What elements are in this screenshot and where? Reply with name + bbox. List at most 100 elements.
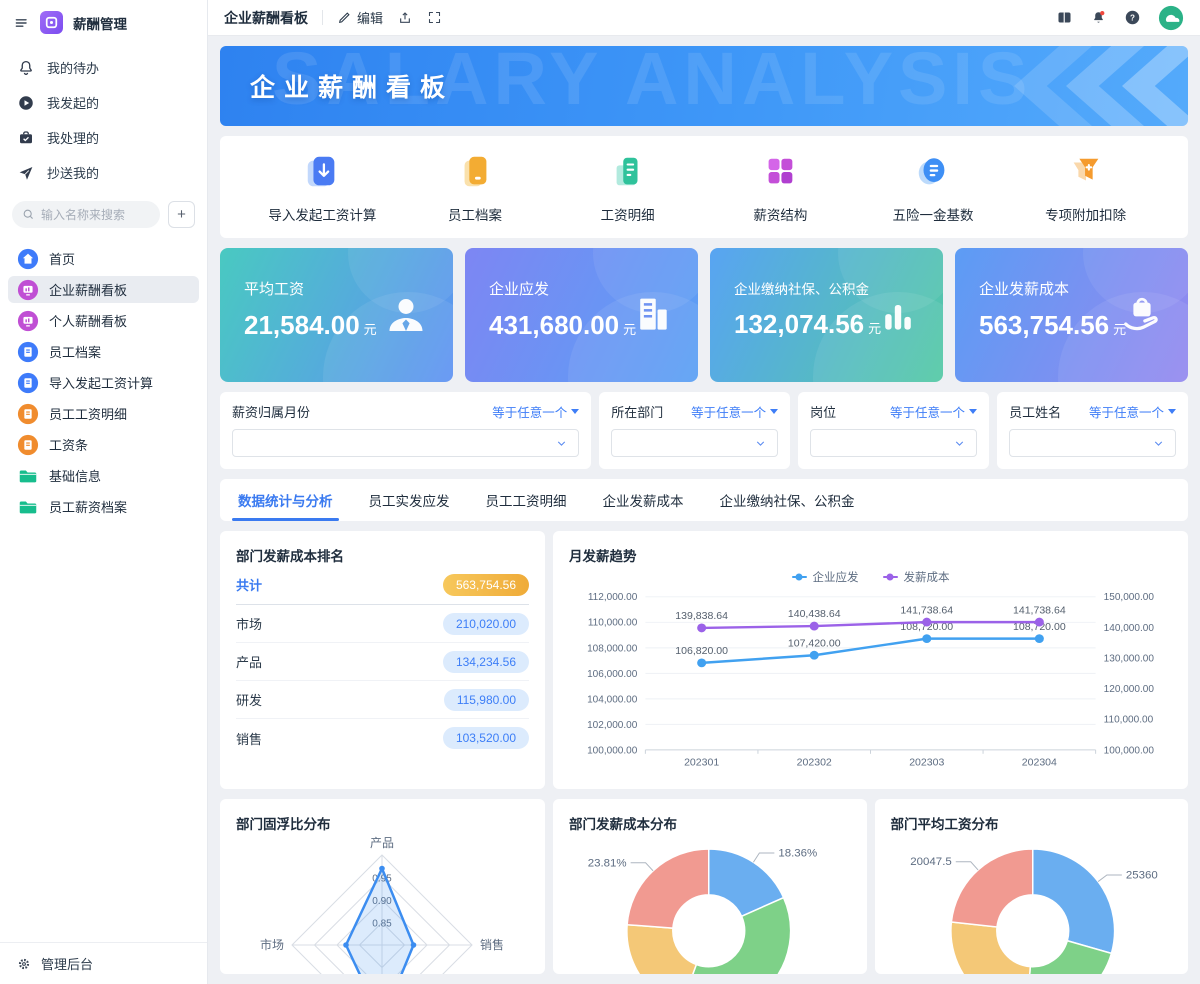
help-icon[interactable]: ? [1124,9,1141,26]
sidebar-item-import-payroll-calc[interactable]: 导入发起工资计算 [8,369,199,396]
sidebar-item-my-initiated[interactable]: 我发起的 [0,85,207,120]
sidebar-item-employee-files[interactable]: 员工档案 [8,338,199,365]
quicklink-special-deduction[interactable]: 专项附加扣除 [1009,152,1162,224]
value-badge: 134,234.56 [442,650,529,673]
document-icon [17,403,39,425]
sidebar-nav: 首页 企业薪酬看板 个人薪酬看板 员工档案 导入发起工资计算 员工工资明细 工资… [0,238,207,942]
search-input[interactable] [41,207,150,222]
panel-toggle-icon[interactable] [1056,9,1073,26]
tab-payroll-cost[interactable]: 企业发薪成本 [603,479,684,521]
total-badge: 563,754.56 [442,573,529,596]
sidebar-item-basic-info[interactable]: 基础信息 [8,462,199,489]
value-badge: 210,020.00 [442,612,529,635]
share-icon[interactable] [397,10,413,26]
svg-text:108,000.00: 108,000.00 [587,643,638,654]
filter-position: 岗位 等于任意一个 [798,392,990,469]
avatar[interactable] [1158,5,1184,31]
ranking-total-row: 共计 563,754.56 [236,565,529,605]
quicklink-employee-files[interactable]: 员工档案 [399,152,552,224]
gear-icon [16,956,32,972]
bottom-row: 部门固浮比分布 0.950.900.85产品销售研发市场 部门发薪成本分布 18… [220,799,1188,974]
tab-social-insurance[interactable]: 企业缴纳社保、公积金 [720,479,855,521]
chevron-decoration [1122,46,1188,126]
svg-text:150,000.00: 150,000.00 [1104,592,1155,603]
fullscreen-icon[interactable] [427,10,442,25]
bar-chart-icon [877,294,919,336]
menu-toggle-icon[interactable] [14,15,30,31]
sidebar: 薪酬管理 我的待办 我发起的 我处理的 抄送我的 输入名称来搜索 + 首页 企业… [0,0,208,984]
add-button[interactable]: + [168,201,195,228]
legend-item-company-payable[interactable]: 企业应发 [791,569,859,585]
mid-row: 部门发薪成本排名 共计 563,754.56 市场 210,020.00 产品 … [220,531,1188,789]
search-field[interactable] [12,201,160,228]
play-icon [17,94,35,112]
svg-text:107,420.00: 107,420.00 [788,638,841,649]
dashboard-icon [17,310,39,332]
notifications-bell-icon[interactable] [1090,9,1107,26]
filter-employee-name: 员工姓名 等于任意一个 [997,392,1188,469]
filter-operator-dropdown[interactable]: 等于任意一个 [1089,402,1176,421]
svg-text:18.36%: 18.36% [778,848,817,860]
svg-text:市场: 市场 [260,937,284,952]
insurance-base-icon [914,153,952,196]
dashboard-content: SALARY ANALYSIS 企业薪酬看板 导入发起工资计算 员工档案 工资明… [208,36,1200,984]
ranking-row: 销售 103,520.00 [236,719,529,757]
filter-select[interactable] [232,429,580,457]
salary-detail-icon [609,153,647,196]
edit-button[interactable]: 编辑 [337,8,383,27]
sidebar-header: 薪酬管理 [0,0,207,44]
stat-card-social-insurance: 企业缴纳社保、公积金 132,074.56 元 [710,248,943,382]
tab-actual-vs-payable[interactable]: 员工实发应发 [369,479,450,521]
sidebar-item-my-todo[interactable]: 我的待办 [0,50,207,85]
salary-app: 薪酬管理 我的待办 我发起的 我处理的 抄送我的 输入名称来搜索 + 首页 企业… [0,0,1200,984]
department-cost-ranking-panel: 部门发薪成本排名 共计 563,754.56 市场 210,020.00 产品 … [220,531,545,789]
stat-cards: 平均工资 21,584.00 元 企业应发 431,680.00 元 企业缴纳社保、… [220,248,1188,382]
legend-item-payroll-cost[interactable]: 发薪成本 [882,569,950,585]
svg-text:112,000.00: 112,000.00 [588,592,638,603]
main-area: 企业薪酬看板 编辑 ? SALARY ANALYSIS 企业薪酬看板 导入发起工… [208,0,1200,984]
admin-console-link[interactable]: 管理后台 [0,942,207,984]
dashboard-icon [17,279,39,301]
filter-operator-dropdown[interactable]: 等于任意一个 [691,402,779,421]
tab-salary-details[interactable]: 员工工资明细 [486,479,567,521]
filter-department: 所在部门 等于任意一个 [599,392,791,469]
quicklink-insurance-base[interactable]: 五险一金基数 [857,152,1010,224]
sidebar-item-personal-dashboard[interactable]: 个人薪酬看板 [8,307,199,334]
sidebar-item-company-dashboard[interactable]: 企业薪酬看板 [8,276,199,303]
chart-legend: 企业应发 发薪成本 [569,567,1172,587]
filter-select[interactable] [611,429,779,457]
filter-operator-dropdown[interactable]: 等于任意一个 [890,402,978,421]
svg-text:102,000.00: 102,000.00 [587,720,638,731]
sidebar-item-cc-to-me[interactable]: 抄送我的 [0,155,207,190]
banner-title: 企业薪酬看板 [250,74,455,102]
legend-marker [791,575,807,578]
quick-links-card: 导入发起工资计算 员工档案 工资明细 薪资结构 五险一金基数 专项附加扣除 [220,136,1188,238]
quicklink-import-payroll-calc[interactable]: 导入发起工资计算 [246,152,399,224]
quicklink-salary-structure[interactable]: 薪资结构 [704,152,857,224]
ranking-row: 市场 210,020.00 [236,605,529,643]
filter-select[interactable] [1009,429,1176,457]
sidebar-item-home[interactable]: 首页 [8,245,199,272]
sidebar-item-salary-archives[interactable]: 员工薪资档案 [8,493,199,520]
caret-down-icon [1167,409,1176,414]
special-deduction-icon [1067,153,1105,196]
sidebar-item-salary-details[interactable]: 员工工资明细 [8,400,199,427]
send-icon [17,164,35,182]
avg-salary-distribution-panel: 部门平均工资分布 253602206020047.5 [874,799,1188,974]
sidebar-item-payslip[interactable]: 工资条 [8,431,199,458]
dashboard-banner: SALARY ANALYSIS 企业薪酬看板 [220,46,1188,126]
radar-chart: 0.950.900.85产品销售研发市场 [260,836,504,974]
tab-statistics-analysis[interactable]: 数据统计与分析 [232,479,338,521]
filter-select[interactable] [810,429,978,457]
avg-salary-donut: 253602206020047.5 [910,848,1157,974]
document-icon [17,341,39,363]
quicklink-salary-details[interactable]: 工资明细 [551,152,704,224]
quick-actions: 我的待办 我发起的 我处理的 抄送我的 [0,44,207,192]
sidebar-search: + [0,192,207,238]
svg-text:?: ? [1130,13,1135,22]
employee-file-icon [456,153,494,196]
sidebar-item-my-processed[interactable]: 我处理的 [0,120,207,155]
filter-operator-dropdown[interactable]: 等于任意一个 [492,402,580,421]
svg-text:100,000.00: 100,000.00 [587,745,638,756]
svg-text:140,000.00: 140,000.00 [1104,623,1155,634]
